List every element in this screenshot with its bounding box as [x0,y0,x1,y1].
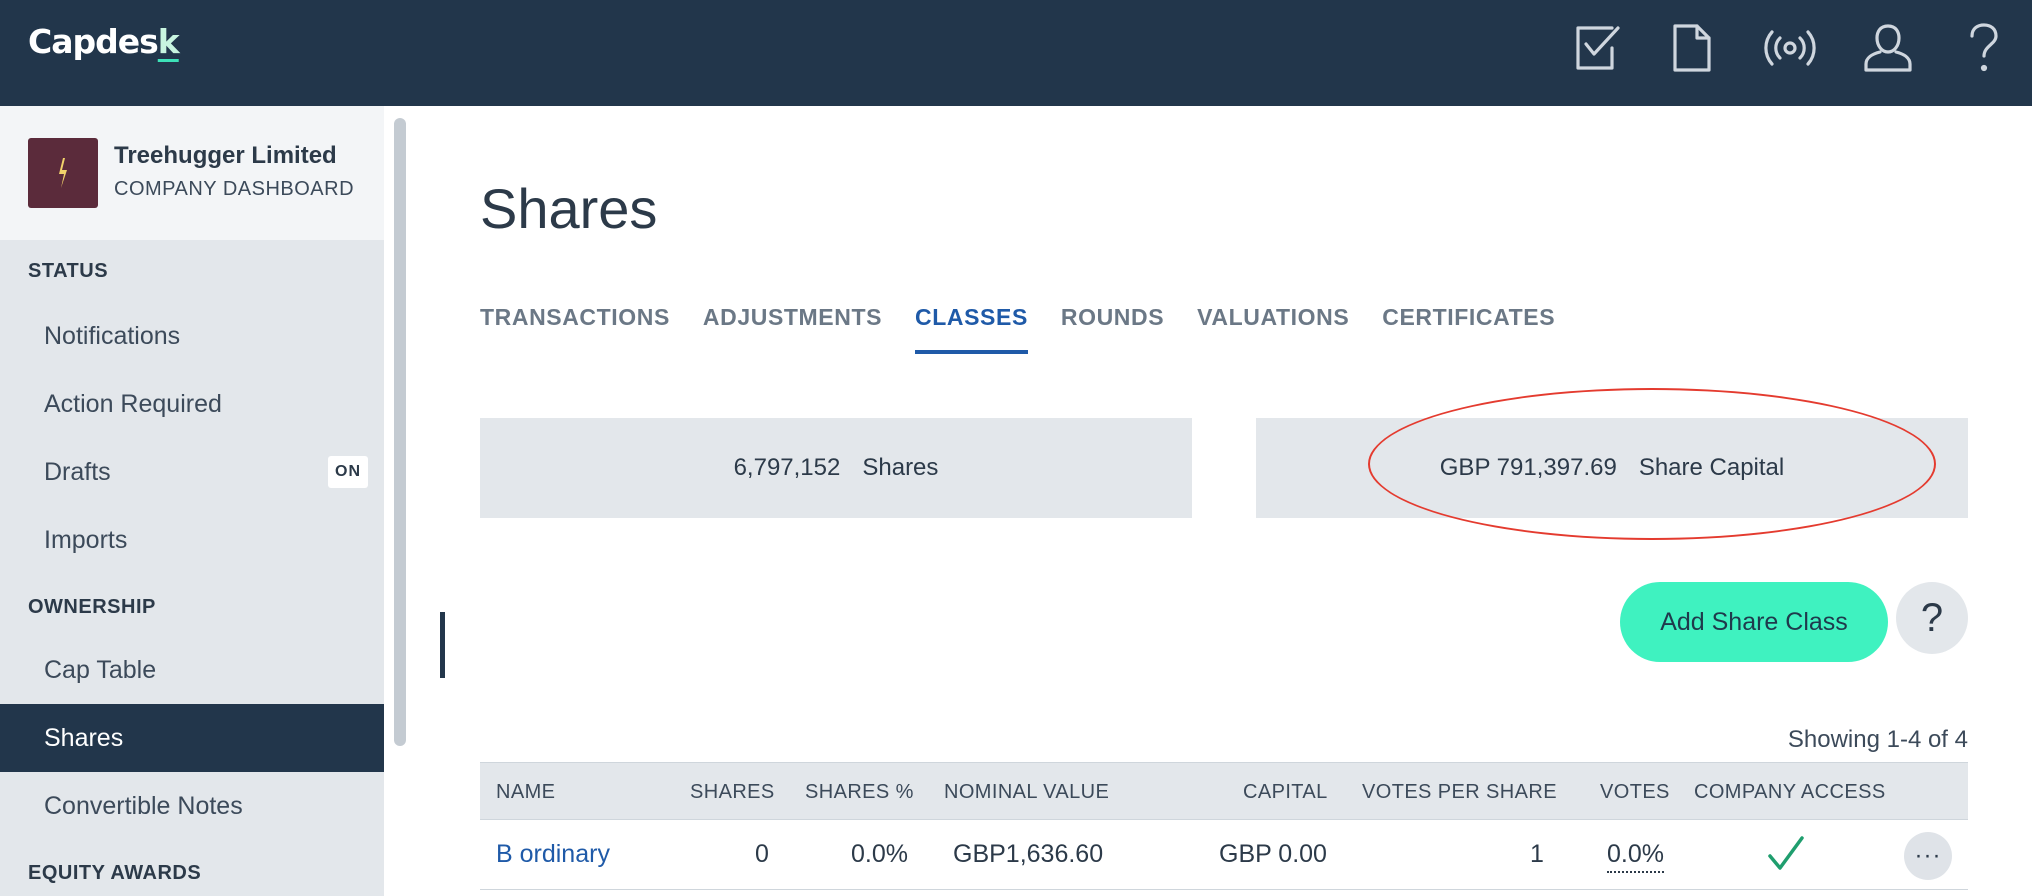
column-header-votes[interactable]: VOTES [1600,781,1670,804]
sidebar-item-imports[interactable]: Imports [0,506,384,574]
share-capital-label: Share Capital [1638,454,1785,481]
sidebar-item-label: Convertible Notes [44,791,243,820]
cell-nominal-value: GBP1,636.60 [953,840,1104,868]
column-header-votes-per-share[interactable]: VOTES PER SHARE [1362,781,1557,804]
company-logo [28,138,98,208]
tab-certificates[interactable]: CERTIFICATES [1382,300,1555,354]
company-name: Treehugger Limited [114,142,337,169]
sidebar-item-cap-table[interactable]: Cap Table [0,636,384,704]
page-title: Shares [480,177,658,240]
sidebar-item-label: Action Required [44,389,222,418]
cell-shares: 0 [755,840,769,868]
cell-votes-per-share: 1 [1530,840,1544,868]
column-header-name[interactable]: NAME [496,781,555,804]
shares-tabs: TRANSACTIONS ADJUSTMENTS CLASSES ROUNDS … [480,300,1555,354]
column-header-nominal-value[interactable]: NOMINAL VALUE [944,781,1109,804]
company-header[interactable]: Treehugger Limited COMPANY DASHBOARD [0,106,384,240]
top-navbar: Capdesk [0,0,2032,106]
user-icon[interactable] [1858,18,1918,78]
help-icon[interactable] [1954,18,2014,78]
broadcast-icon[interactable] [1760,18,1820,78]
total-shares-value: 6,797,152 [733,454,841,481]
sidebar-item-action-required[interactable]: Action Required [0,370,384,438]
column-header-capital[interactable]: CAPITAL [1243,781,1328,804]
tab-transactions[interactable]: TRANSACTIONS [480,300,670,354]
share-capital-value: GBP 791,397.69 [1439,454,1617,481]
cell-votes[interactable]: 0.0% [1607,840,1664,873]
capdesk-logo[interactable]: Capdesk [28,22,180,61]
sidebar: Treehugger Limited COMPANY DASHBOARD STA… [0,106,416,896]
document-icon[interactable] [1662,18,1722,78]
drafts-on-badge: ON [328,456,368,488]
sidebar-item-label: Shares [44,723,124,752]
sidebar-section-equity-awards: EQUITY AWARDS [28,862,202,884]
help-button[interactable]: ? [1896,582,1968,654]
sidebar-item-label: Imports [44,525,128,554]
table-row: B ordinary 0 0.0% GBP1,636.60 GBP 0.00 1… [480,820,1968,890]
cell-capital: GBP 0.00 [1219,840,1327,868]
sidebar-item-convertible-notes[interactable]: Convertible Notes [0,772,384,840]
sidebar-item-shares[interactable]: Shares [0,704,384,772]
total-shares-label: Shares [862,454,939,481]
share-classes-table: NAME SHARES SHARES % NOMINAL VALUE CAPIT… [480,762,1968,890]
tasks-icon[interactable] [1568,18,1628,78]
sidebar-section-ownership: OWNERSHIP [28,596,156,618]
share-capital-summary: GBP 791,397.69 Share Capital [1256,418,1968,518]
tab-rounds[interactable]: ROUNDS [1061,300,1164,354]
tab-classes[interactable]: CLASSES [915,300,1028,354]
checkmark-icon [1766,834,1806,881]
column-header-shares-pct[interactable]: SHARES % [805,781,914,804]
sidebar-item-label: Drafts [44,457,111,486]
table-header: NAME SHARES SHARES % NOMINAL VALUE CAPIT… [480,762,1968,820]
sidebar-item-label: Notifications [44,321,181,350]
tab-valuations[interactable]: VALUATIONS [1197,300,1349,354]
share-class-name-link[interactable]: B ordinary [496,840,610,869]
column-header-shares[interactable]: SHARES [690,781,775,804]
pagination-summary: Showing 1-4 of 4 [1787,726,1968,753]
sidebar-section-status: STATUS [28,260,109,282]
sidebar-item-drafts[interactable]: Drafts ON [0,438,384,506]
sidebar-item-label: Cap Table [44,655,157,684]
add-share-class-button[interactable]: Add Share Class [1620,582,1888,662]
text-cursor [440,612,445,678]
tab-adjustments[interactable]: ADJUSTMENTS [703,300,882,354]
total-shares-summary: 6,797,152 Shares [480,418,1192,518]
sidebar-item-notifications[interactable]: Notifications [0,302,384,370]
sidebar-scrollbar-thumb[interactable] [394,118,406,746]
row-more-options-button[interactable]: ··· [1904,832,1952,880]
cell-shares-pct: 0.0% [851,840,908,868]
column-header-company-access[interactable]: COMPANY ACCESS [1694,781,1886,804]
company-subtitle: COMPANY DASHBOARD [114,178,355,200]
